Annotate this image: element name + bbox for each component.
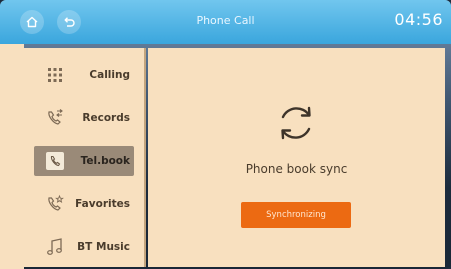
top-bar: Phone Call 04:56 bbox=[0, 0, 451, 44]
screen: Phone Call 04:56 Calling Records Tel.boo… bbox=[0, 0, 451, 269]
sidebar-item-records[interactable]: Records bbox=[34, 103, 134, 133]
page-title: Phone Call bbox=[196, 14, 255, 27]
left-edge-strip bbox=[0, 44, 24, 269]
sidebar-item-label: Favorites bbox=[75, 198, 130, 210]
sidebar-item-favorites[interactable]: Favorites bbox=[34, 189, 134, 219]
sync-status-text: Phone book sync bbox=[245, 162, 348, 176]
sync-icon bbox=[281, 106, 311, 140]
sidebar: Calling Records Tel.book Favorites BT Mu… bbox=[24, 48, 146, 267]
sidebar-item-telbook[interactable]: Tel.book bbox=[34, 146, 134, 176]
sidebar-item-calling[interactable]: Calling bbox=[34, 60, 134, 90]
clock-time: 04:56 bbox=[394, 10, 443, 29]
phonebook-icon-wrap bbox=[42, 150, 68, 172]
music-note-icon bbox=[42, 236, 68, 258]
sidebar-item-label: Calling bbox=[89, 69, 130, 81]
main-panel: Phone book sync Synchronizing bbox=[148, 48, 445, 267]
sidebar-item-bt-music[interactable]: BT Music bbox=[34, 232, 134, 262]
dialpad-icon bbox=[42, 64, 68, 86]
synchronizing-button[interactable]: Synchronizing bbox=[241, 202, 351, 228]
sidebar-item-label: Tel.book bbox=[80, 155, 130, 167]
phonebook-icon bbox=[46, 152, 64, 170]
sidebar-item-label: BT Music bbox=[77, 241, 130, 253]
sidebar-item-label: Records bbox=[82, 112, 130, 124]
call-records-icon bbox=[42, 107, 68, 129]
favorites-icon bbox=[42, 193, 68, 215]
